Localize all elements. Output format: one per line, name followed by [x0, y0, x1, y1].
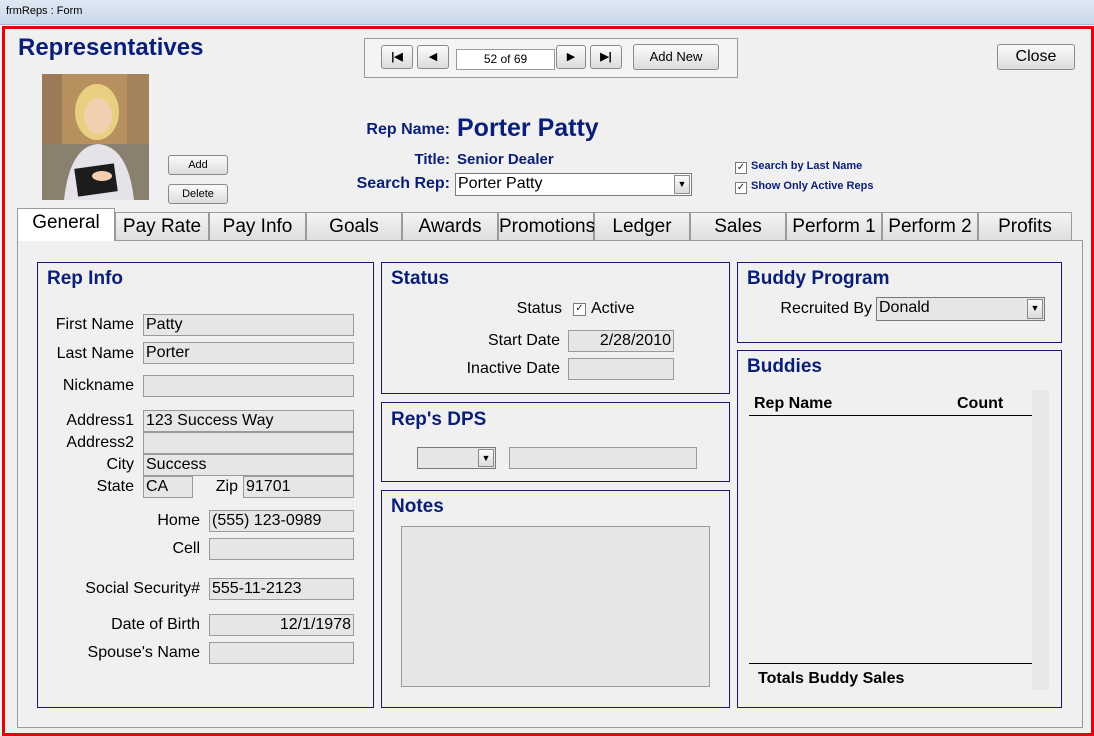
add-new-button[interactable]: Add New	[633, 44, 719, 70]
previous-record-button[interactable]: ◀	[417, 45, 449, 69]
tab-pay-rate[interactable]: Pay Rate	[115, 212, 209, 240]
search-rep-combo[interactable]: Porter Patty ▼	[455, 173, 692, 196]
chevron-down-icon[interactable]: ▼	[1027, 299, 1043, 319]
window-titlebar: frmReps : Form	[0, 0, 1094, 25]
active-label: Active	[591, 300, 635, 317]
rep-title-value: Senior Dealer	[457, 151, 554, 168]
search-by-last-name-label: Search by Last Name	[751, 160, 863, 172]
address1-field[interactable]: 123 Success Way	[143, 410, 354, 432]
tab-goals[interactable]: Goals	[306, 212, 402, 240]
notes-title: Notes	[391, 496, 444, 517]
tab-profits[interactable]: Profits	[978, 212, 1072, 240]
state-label: State	[96, 478, 134, 495]
dps-field[interactable]	[509, 447, 697, 469]
cell-phone-field[interactable]	[209, 538, 354, 560]
tab-sales[interactable]: Sales	[690, 212, 786, 240]
status-label: Status	[516, 300, 562, 317]
zip-label: Zip	[215, 478, 238, 495]
buddies-col-count: Count	[957, 395, 1004, 412]
spouse-name-field[interactable]	[209, 642, 354, 664]
delete-photo-button[interactable]: Delete	[168, 184, 228, 204]
last-name-label: Last Name	[56, 345, 134, 362]
ssn-label: Social Security#	[85, 580, 200, 597]
record-counter[interactable]: 52 of 69	[456, 49, 555, 70]
first-name-label: First Name	[55, 316, 134, 333]
recruited-by-combo[interactable]: Donald ▼	[876, 297, 1045, 321]
page-title: Representatives	[18, 34, 204, 61]
buddies-header-divider	[749, 415, 1032, 416]
chevron-down-icon[interactable]: ▼	[674, 175, 690, 194]
window-title: frmReps : Form	[6, 5, 83, 17]
inactive-date-field[interactable]	[568, 358, 674, 380]
notes-field[interactable]	[401, 526, 710, 687]
tab-general[interactable]: General	[17, 208, 115, 241]
totals-buddy-sales-label: Totals Buddy Sales	[758, 670, 905, 687]
last-name-field[interactable]: Porter	[143, 342, 354, 364]
address1-label: Address1	[66, 412, 134, 429]
next-record-button[interactable]: ▶	[556, 45, 586, 69]
rep-info-title: Rep Info	[47, 268, 123, 289]
tab-ledger[interactable]: Ledger	[594, 212, 690, 240]
dps-title: Rep's DPS	[391, 409, 487, 430]
add-photo-button[interactable]: Add	[168, 155, 228, 175]
start-date-label: Start Date	[487, 332, 560, 349]
search-rep-value: Porter Patty	[458, 175, 543, 192]
tab-perform-1[interactable]: Perform 1	[786, 212, 882, 240]
spouse-name-label: Spouse's Name	[87, 644, 200, 661]
tab-awards[interactable]: Awards	[402, 212, 498, 240]
buddy-program-title: Buddy Program	[747, 268, 890, 289]
rep-photo	[42, 74, 149, 200]
buddies-title: Buddies	[747, 356, 822, 377]
dob-label: Date of Birth	[111, 616, 200, 633]
dps-combo[interactable]: ▼	[417, 447, 496, 469]
rep-name-value: Porter Patty	[457, 114, 599, 142]
dob-field[interactable]: 12/1/1978	[209, 614, 354, 636]
nickname-field[interactable]	[143, 375, 354, 397]
buddies-scrollbar[interactable]	[1032, 390, 1049, 690]
tab-promotions[interactable]: Promotions	[498, 212, 595, 240]
first-record-button[interactable]: |◀	[381, 45, 413, 69]
recruited-by-value: Donald	[879, 299, 930, 316]
buddies-col-rep-name: Rep Name	[754, 395, 833, 412]
active-checkbox[interactable]: ✓	[573, 303, 586, 316]
inactive-date-label: Inactive Date	[466, 360, 560, 377]
chevron-down-icon[interactable]: ▼	[478, 449, 494, 467]
address2-label: Address2	[66, 434, 134, 451]
rep-title-label: Title:	[414, 151, 450, 168]
show-active-reps-checkbox[interactable]: ✓	[735, 182, 747, 194]
search-by-last-name-checkbox[interactable]: ✓	[735, 162, 747, 174]
first-name-field[interactable]: Patty	[143, 314, 354, 336]
home-phone-label: Home	[157, 512, 200, 529]
tab-perform-2[interactable]: Perform 2	[882, 212, 978, 240]
state-field[interactable]: CA	[143, 476, 193, 498]
cell-phone-label: Cell	[172, 540, 200, 557]
tab-pay-info[interactable]: Pay Info	[209, 212, 306, 240]
rep-name-label: Rep Name:	[366, 121, 450, 138]
home-phone-field[interactable]: (555) 123-0989	[209, 510, 354, 532]
city-field[interactable]: Success	[143, 454, 354, 476]
start-date-field[interactable]: 2/28/2010	[568, 330, 674, 352]
nickname-label: Nickname	[62, 377, 134, 394]
last-record-button[interactable]: ▶|	[590, 45, 622, 69]
close-button[interactable]: Close	[997, 44, 1075, 70]
search-rep-label: Search Rep:	[356, 175, 450, 192]
city-label: City	[106, 456, 134, 473]
address2-field[interactable]	[143, 432, 354, 454]
zip-field[interactable]: 91701	[243, 476, 354, 498]
status-title: Status	[391, 268, 450, 289]
ssn-field[interactable]: 555-11-2123	[209, 578, 354, 600]
recruited-by-label: Recruited By	[780, 300, 872, 317]
show-active-reps-label: Show Only Active Reps	[751, 180, 874, 192]
buddies-footer-divider	[749, 663, 1032, 664]
